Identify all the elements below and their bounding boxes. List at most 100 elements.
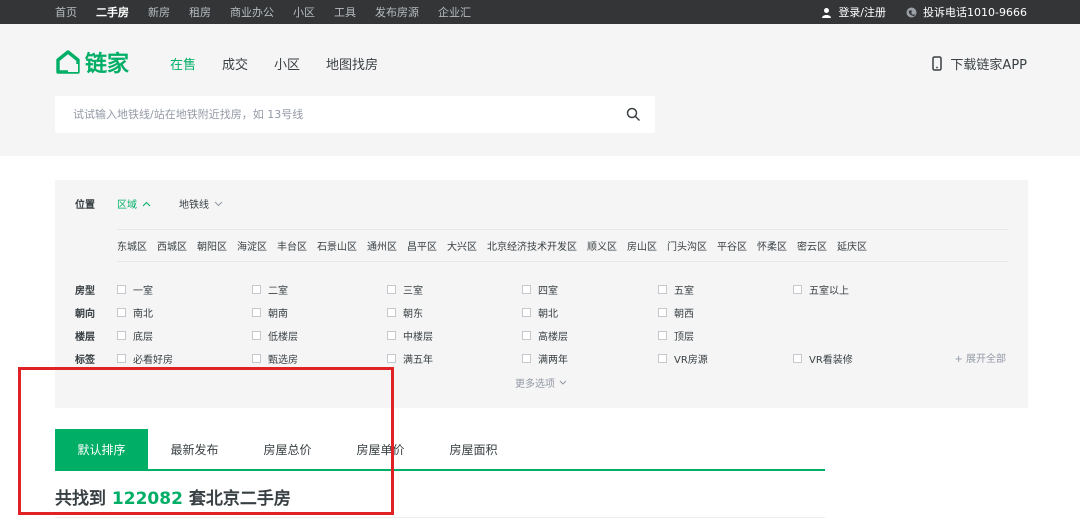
app-download[interactable]: 下载链家APP bbox=[932, 54, 1027, 73]
option-label: 满五年 bbox=[403, 355, 433, 366]
logo-text: 链家 bbox=[85, 52, 130, 77]
login-label: 登录/注册 bbox=[838, 6, 887, 19]
room-type-option[interactable]: 五室以上 bbox=[793, 282, 849, 297]
district-item[interactable]: 朝阳区 bbox=[197, 238, 227, 253]
district-item[interactable]: 平谷区 bbox=[717, 238, 747, 253]
option-label: 五室 bbox=[674, 286, 694, 297]
checkbox[interactable] bbox=[252, 308, 261, 317]
checkbox[interactable] bbox=[252, 285, 261, 294]
district-item[interactable]: 海淀区 bbox=[237, 238, 267, 253]
checkbox[interactable] bbox=[793, 354, 802, 363]
checkbox[interactable] bbox=[522, 354, 531, 363]
checkbox[interactable] bbox=[658, 285, 667, 294]
checkbox[interactable] bbox=[117, 331, 126, 340]
district-item[interactable]: 东城区 bbox=[117, 238, 147, 253]
tab-district-label: 区域 bbox=[117, 200, 137, 211]
orientation-option[interactable]: 南北 bbox=[117, 305, 153, 320]
nav-on-sale[interactable]: 在售 bbox=[170, 54, 196, 73]
floor-option[interactable]: 低楼层 bbox=[252, 328, 298, 343]
top-nav-second-hand[interactable]: 二手房 bbox=[96, 4, 129, 20]
checkbox[interactable] bbox=[522, 285, 531, 294]
district-item[interactable]: 西城区 bbox=[157, 238, 187, 253]
room-type-option[interactable]: 三室 bbox=[387, 282, 423, 297]
option-label: VR看装修 bbox=[809, 355, 853, 366]
top-nav-community[interactable]: 小区 bbox=[293, 4, 315, 20]
tag-option[interactable]: VR看装修 bbox=[793, 351, 853, 366]
district-item[interactable]: 大兴区 bbox=[447, 238, 477, 253]
district-item[interactable]: 延庆区 bbox=[837, 238, 867, 253]
floor-option[interactable]: 高楼层 bbox=[522, 328, 568, 343]
district-item[interactable]: 怀柔区 bbox=[757, 238, 787, 253]
orientation-option[interactable]: 朝东 bbox=[387, 305, 423, 320]
floor-option[interactable]: 顶层 bbox=[658, 328, 694, 343]
highlight-box bbox=[18, 367, 394, 515]
option-label: 朝南 bbox=[268, 309, 288, 320]
nav-community[interactable]: 小区 bbox=[274, 54, 300, 73]
checkbox[interactable] bbox=[387, 331, 396, 340]
top-nav-enterprise[interactable]: 企业汇 bbox=[438, 4, 471, 20]
checkbox[interactable] bbox=[658, 331, 667, 340]
checkbox[interactable] bbox=[387, 354, 396, 363]
orientation-option[interactable]: 朝南 bbox=[252, 305, 288, 320]
district-item[interactable]: 顺义区 bbox=[587, 238, 617, 253]
district-item[interactable]: 房山区 bbox=[627, 238, 657, 253]
district-item[interactable]: 密云区 bbox=[797, 238, 827, 253]
district-item[interactable]: 通州区 bbox=[367, 238, 397, 253]
checkbox[interactable] bbox=[117, 354, 126, 363]
tag-option[interactable]: 满两年 bbox=[522, 351, 568, 366]
checkbox[interactable] bbox=[117, 285, 126, 294]
tag-option[interactable]: VR房源 bbox=[658, 351, 708, 366]
tag-option[interactable]: 满五年 bbox=[387, 351, 433, 366]
tag-option[interactable]: 必看好房 bbox=[117, 351, 173, 366]
top-nav-home[interactable]: 首页 bbox=[55, 4, 77, 20]
room-type-label: 房型 bbox=[75, 286, 95, 297]
checkbox[interactable] bbox=[252, 354, 261, 363]
nav-sold[interactable]: 成交 bbox=[222, 54, 248, 73]
orientation-option[interactable]: 朝西 bbox=[658, 305, 694, 320]
option-label: 朝北 bbox=[538, 309, 558, 320]
tab-subway[interactable]: 地铁线 bbox=[179, 196, 223, 211]
room-type-option[interactable]: 四室 bbox=[522, 282, 558, 297]
option-label: 中楼层 bbox=[403, 332, 433, 343]
floor-option[interactable]: 中楼层 bbox=[387, 328, 433, 343]
search-icon[interactable] bbox=[626, 107, 641, 122]
district-item[interactable]: 昌平区 bbox=[407, 238, 437, 253]
checkbox[interactable] bbox=[793, 285, 802, 294]
district-item[interactable]: 北京经济技术开发区 bbox=[487, 238, 577, 253]
top-nav-tools[interactable]: 工具 bbox=[334, 4, 356, 20]
login-link[interactable]: 登录/注册 bbox=[821, 4, 886, 20]
district-item[interactable]: 丰台区 bbox=[277, 238, 307, 253]
room-type-option[interactable]: 五室 bbox=[658, 282, 694, 297]
divider bbox=[55, 517, 825, 518]
tab-district[interactable]: 区域 bbox=[117, 196, 151, 211]
nav-map-search[interactable]: 地图找房 bbox=[326, 54, 378, 73]
tab-area[interactable]: 房屋面积 bbox=[427, 429, 520, 469]
more-options-toggle[interactable]: 更多选项 bbox=[515, 375, 567, 390]
checkbox[interactable] bbox=[658, 308, 667, 317]
floor-option[interactable]: 底层 bbox=[117, 328, 153, 343]
option-label: 朝东 bbox=[403, 309, 423, 320]
top-nav-publish[interactable]: 发布房源 bbox=[375, 4, 419, 20]
district-item[interactable]: 石景山区 bbox=[317, 238, 357, 253]
search-input[interactable] bbox=[73, 108, 626, 121]
checkbox[interactable] bbox=[387, 285, 396, 294]
option-label: 甄选房 bbox=[268, 355, 298, 366]
logo[interactable]: 链家 bbox=[55, 46, 129, 78]
top-nav-new-homes[interactable]: 新房 bbox=[148, 4, 170, 20]
orientation-option[interactable]: 朝北 bbox=[522, 305, 558, 320]
expand-all-link[interactable]: + 展开全部 bbox=[954, 350, 1006, 365]
checkbox[interactable] bbox=[117, 308, 126, 317]
top-nav-rent[interactable]: 租房 bbox=[189, 4, 211, 20]
district-item[interactable]: 门头沟区 bbox=[667, 238, 707, 253]
checkbox[interactable] bbox=[522, 331, 531, 340]
checkbox[interactable] bbox=[658, 354, 667, 363]
checkbox[interactable] bbox=[252, 331, 261, 340]
orientation-label: 朝向 bbox=[75, 309, 95, 320]
option-label: 四室 bbox=[538, 286, 558, 297]
room-type-option[interactable]: 一室 bbox=[117, 282, 153, 297]
top-nav-commercial[interactable]: 商业办公 bbox=[230, 4, 274, 20]
checkbox[interactable] bbox=[387, 308, 396, 317]
checkbox[interactable] bbox=[522, 308, 531, 317]
tag-option[interactable]: 甄选房 bbox=[252, 351, 298, 366]
room-type-option[interactable]: 二室 bbox=[252, 282, 288, 297]
